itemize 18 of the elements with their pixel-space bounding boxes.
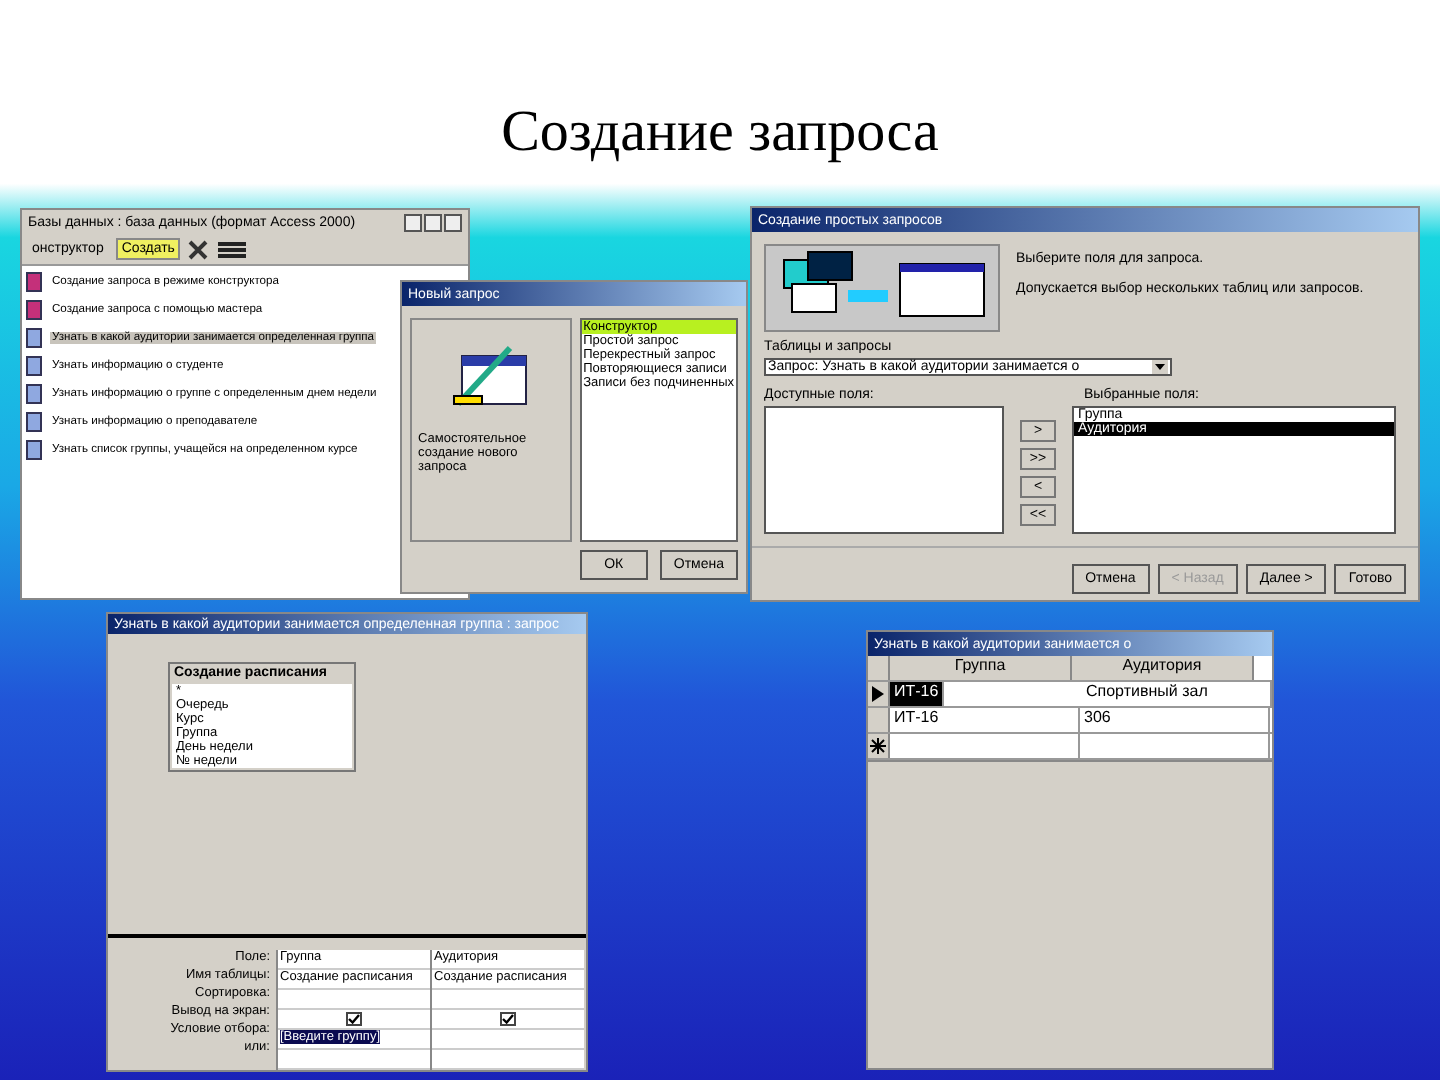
list-view-icon[interactable] — [216, 239, 249, 259]
show-checkbox[interactable] — [346, 1012, 362, 1026]
column-header[interactable]: Группа — [890, 656, 1072, 680]
dropdown-arrow-icon[interactable] — [1152, 360, 1168, 374]
table-cell: Спортивный зал — [1082, 682, 1272, 706]
query-design-icon — [450, 344, 531, 412]
delete-icon[interactable] — [188, 239, 209, 259]
column-header[interactable]: Аудитория — [1072, 656, 1254, 680]
window-controls-icon[interactable] — [404, 213, 462, 231]
table-cell: 306 — [1080, 708, 1270, 732]
new-record-icon — [870, 738, 886, 754]
record-selector[interactable] — [868, 734, 890, 758]
table-cell: ИТ-16 — [890, 708, 1080, 732]
available-fields-list[interactable] — [764, 406, 1004, 534]
record-selector[interactable] — [868, 682, 890, 706]
show-checkbox[interactable] — [500, 1012, 516, 1026]
slide-title: Создание запроса — [499, 100, 941, 166]
table-cell: ИТ-16 — [890, 682, 945, 706]
